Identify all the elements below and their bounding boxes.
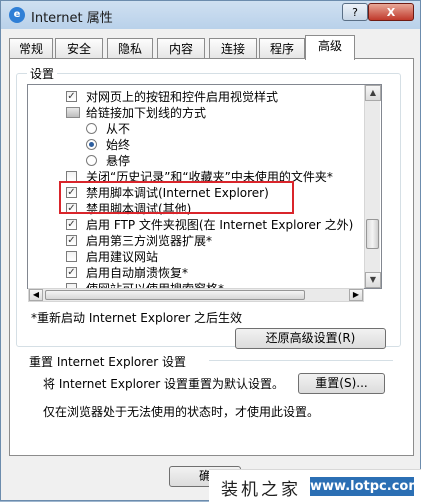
restart-note: *重新启动 Internet Explorer 之后生效 [31,311,243,325]
scroll-down-arrow-icon[interactable]: ▼ [365,272,381,288]
radio-button[interactable] [86,123,97,134]
tab-content[interactable]: 内容 [157,38,205,59]
reset-button[interactable]: 重置(S)... [298,373,385,394]
title-bar: e Internet 属性 ? X [1,1,420,29]
tab-programs[interactable]: 程序 [259,38,305,59]
scroll-right-arrow-icon[interactable]: ▶ [349,289,363,301]
reset-description: 将 Internet Explorer 设置重置为默认设置。 [43,377,285,391]
tab-privacy[interactable]: 隐私 [107,38,153,59]
internet-properties-window: e Internet 属性 ? X 常规 安全 隐私 内容 连接 程序 高级 设… [0,0,421,502]
vertical-scrollbar[interactable]: ▲ ▼ [364,85,381,288]
tab-advanced[interactable]: 高级 [305,35,355,60]
watermark-text: 装机之家 [221,480,301,500]
close-button[interactable]: X [368,3,414,21]
horizontal-scrollbar[interactable]: ◀ ▶ [28,288,364,302]
restore-advanced-settings-button[interactable]: 还原高级设置(R) [235,328,386,349]
checkbox[interactable]: ✓ [66,235,77,246]
window-title: Internet 属性 [31,11,113,26]
watermark: 装机之家 www.lotpc.com [209,469,421,502]
tab-connections[interactable]: 连接 [209,38,257,59]
watermark-url: www.lotpc.com [310,477,421,496]
radio-button[interactable] [86,139,97,150]
reset-section-title: 重置 Internet Explorer 设置 [29,355,187,369]
reset-note: 仅在浏览器处于无法使用的状态时，才使用此设置。 [43,405,320,419]
hscroll-thumb[interactable] [45,290,305,300]
folder-icon [66,107,80,118]
help-button[interactable]: ? [342,3,368,21]
tab-strip: 常规 安全 隐私 内容 连接 程序 高级 [9,35,414,60]
scroll-left-arrow-icon[interactable]: ◀ [29,289,43,301]
settings-legend: 设置 [27,65,58,82]
checkbox[interactable] [66,251,77,262]
ie-icon: e [9,7,25,23]
checkbox[interactable]: ✓ [66,219,77,230]
tab-security[interactable]: 安全 [55,38,103,59]
checkbox[interactable]: ✓ [66,267,77,278]
radio-button[interactable] [86,155,97,166]
checkbox[interactable]: ✓ [66,91,77,102]
scroll-up-arrow-icon[interactable]: ▲ [365,85,381,101]
highlight-box [59,181,294,214]
scroll-thumb[interactable] [366,219,379,249]
reset-separator [209,360,393,361]
tab-general[interactable]: 常规 [9,38,53,59]
